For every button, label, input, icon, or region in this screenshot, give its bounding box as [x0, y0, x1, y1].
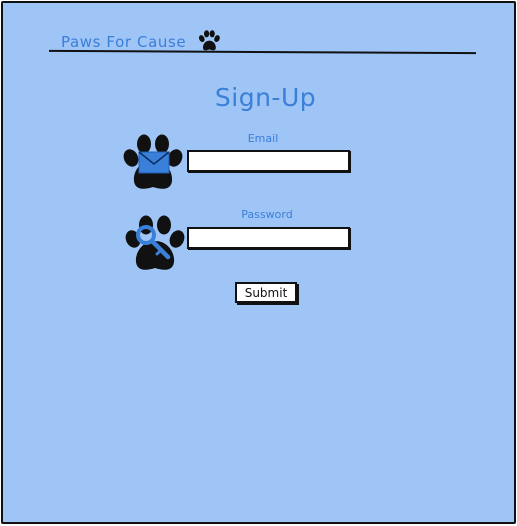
password-field[interactable]	[187, 227, 350, 249]
brand-name: Paws For Cause	[61, 33, 187, 51]
email-label: Email	[247, 132, 279, 145]
paw-icon	[197, 29, 221, 57]
page-title: Sign-Up	[214, 83, 317, 112]
password-label: Password	[241, 208, 293, 221]
app-window: Paws For Cause Sign-Up Email Password Su…	[1, 1, 516, 524]
password-paw-icon	[123, 215, 187, 277]
submit-button[interactable]: Submit	[235, 282, 297, 303]
header-divider	[48, 49, 477, 55]
email-paw-icon	[121, 134, 185, 196]
email-field[interactable]	[187, 150, 350, 172]
